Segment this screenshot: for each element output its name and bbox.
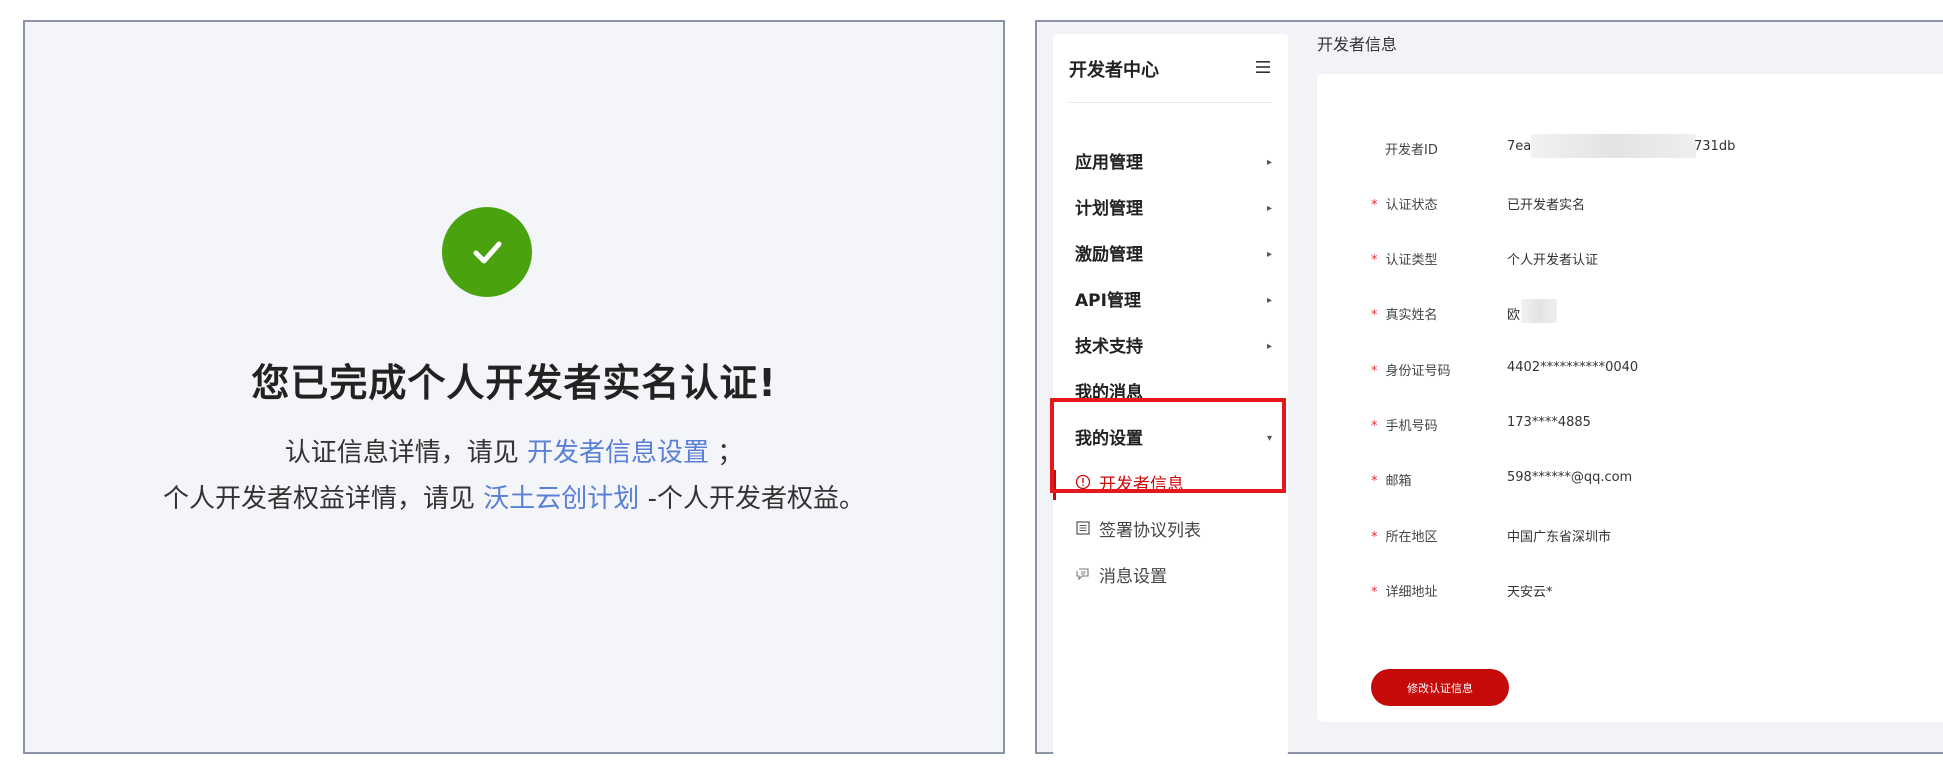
sidebar-item-label: 计划管理: [1075, 199, 1143, 219]
sidebar-item-label: API管理: [1075, 291, 1141, 311]
field-label-text: 所在地区: [1385, 530, 1438, 545]
sidebar-item-plan-management[interactable]: 计划管理 ▸: [1075, 194, 1272, 224]
sidebar-title: 开发者中心: [1069, 60, 1159, 81]
redaction-mask: [1531, 134, 1696, 158]
required-mark: *: [1371, 585, 1378, 600]
info-line-benefits: 个人开发者权益详情，请见 沃土云创计划 -个人开发者权益。: [25, 478, 1003, 515]
sidebar-item-label: 激励管理: [1075, 245, 1143, 265]
field-value-developer-id: 7ea: [1507, 139, 1531, 154]
required-mark: *: [1371, 364, 1378, 379]
info-line-2-suffix: -个人开发者权益。: [647, 484, 865, 514]
info-line-2-prefix: 个人开发者权益详情，请见: [163, 484, 476, 514]
edit-certification-button[interactable]: 修改认证信息: [1371, 669, 1509, 706]
field-label-region: * 所在地区: [1371, 526, 1438, 545]
field-label-address: * 详细地址: [1371, 581, 1438, 600]
chevron-right-icon: ▸: [1266, 341, 1272, 352]
sidebar-subitem-label: 消息设置: [1099, 567, 1167, 587]
field-label-text: 真实姓名: [1385, 308, 1438, 323]
field-label-text: 认证状态: [1385, 198, 1438, 213]
message-icon: [1075, 562, 1091, 592]
chevron-right-icon: ▸: [1266, 203, 1272, 214]
info-line-certification: 认证信息详情，请见 开发者信息设置 ；: [25, 432, 1003, 469]
redaction-mask: [1521, 299, 1557, 323]
sidebar-item-app-management[interactable]: 应用管理 ▸: [1075, 148, 1272, 178]
chevron-right-icon: ▸: [1266, 295, 1272, 306]
developer-info-card: 开发者ID 7ea 731db * 认证状态 已开发者实名 * 认证类型 个人开发者…: [1317, 74, 1943, 722]
sidebar-header: 开发者中心: [1069, 34, 1272, 103]
sidebar-item-label: 技术支持: [1075, 337, 1143, 357]
info-line-1-suffix: ；: [717, 438, 744, 468]
sidebar-item-incentive-management[interactable]: 激励管理 ▸: [1075, 240, 1272, 270]
field-label-real-name: * 真实姓名: [1371, 304, 1438, 323]
verification-success-panel: 您已完成个人开发者实名认证! 认证信息详情，请见 开发者信息设置 ； 个人开发者…: [23, 20, 1005, 754]
menu-toggle-icon[interactable]: [1254, 58, 1272, 76]
field-value-cert-status: 已开发者实名: [1507, 198, 1586, 213]
required-mark: *: [1371, 530, 1378, 545]
developer-info-settings-link[interactable]: 开发者信息设置: [527, 438, 709, 468]
field-value-real-name: 欧: [1507, 308, 1521, 323]
field-value-cert-type: 个人开发者认证: [1507, 253, 1599, 268]
field-value-address: 天安云*: [1507, 585, 1553, 600]
required-mark: *: [1371, 419, 1378, 434]
field-label-text: 手机号码: [1385, 419, 1438, 434]
field-label-developer-id: 开发者ID: [1385, 143, 1438, 158]
chevron-right-icon: ▸: [1266, 157, 1272, 168]
developer-id-head: 7ea: [1507, 139, 1532, 154]
field-value-phone: 173****4885: [1507, 415, 1591, 430]
sidebar-subitem-message-settings[interactable]: 消息设置: [1075, 562, 1272, 592]
required-mark: *: [1371, 253, 1378, 268]
success-title: 您已完成个人开发者实名认证!: [251, 361, 777, 405]
required-mark: *: [1371, 308, 1378, 323]
field-label-phone: * 手机号码: [1371, 415, 1438, 434]
sidebar-item-label: 应用管理: [1075, 153, 1143, 173]
sidebar-subitem-agreement-list[interactable]: 签署协议列表: [1075, 516, 1272, 546]
field-value-id-number: 4402**********0040: [1507, 360, 1639, 375]
field-label-cert-status: * 认证状态: [1371, 194, 1438, 213]
developer-center-panel: 开发者中心 应用管理 ▸ 计划管理 ▸ 激励管理 ▸ API管理 ▸ 技术支持 …: [1035, 20, 1943, 756]
field-value-region: 中国广东省深圳市: [1507, 530, 1612, 545]
required-mark: *: [1371, 474, 1378, 489]
required-mark: *: [1371, 198, 1378, 213]
chevron-right-icon: ▸: [1266, 249, 1272, 260]
success-check-icon: [442, 207, 532, 297]
info-line-1-prefix: 认证信息详情，请见: [284, 438, 519, 468]
page-title: 开发者信息: [1317, 35, 1398, 54]
field-label-email: * 邮箱: [1371, 470, 1412, 489]
sidebar-item-tech-support[interactable]: 技术支持 ▸: [1075, 332, 1272, 362]
field-label-text: 邮箱: [1385, 474, 1412, 489]
field-label-text: 认证类型: [1385, 253, 1438, 268]
field-label-text: 身份证号码: [1385, 364, 1451, 379]
settings-highlight-box: [1050, 398, 1286, 493]
sidebar-subitem-label: 签署协议列表: [1099, 521, 1201, 541]
field-value-email: 598******@qq.com: [1507, 470, 1633, 485]
sidebar: 开发者中心 应用管理 ▸ 计划管理 ▸ 激励管理 ▸ API管理 ▸ 技术支持 …: [1053, 34, 1288, 756]
document-list-icon: [1075, 516, 1091, 546]
field-label-id-number: * 身份证号码: [1371, 360, 1451, 379]
sidebar-item-api-management[interactable]: API管理 ▸: [1075, 286, 1272, 316]
developer-id-tail: 731db: [1694, 139, 1736, 154]
field-label-text: 详细地址: [1385, 585, 1438, 600]
wotu-cloud-plan-link[interactable]: 沃土云创计划: [483, 484, 639, 514]
field-label-cert-type: * 认证类型: [1371, 249, 1438, 268]
